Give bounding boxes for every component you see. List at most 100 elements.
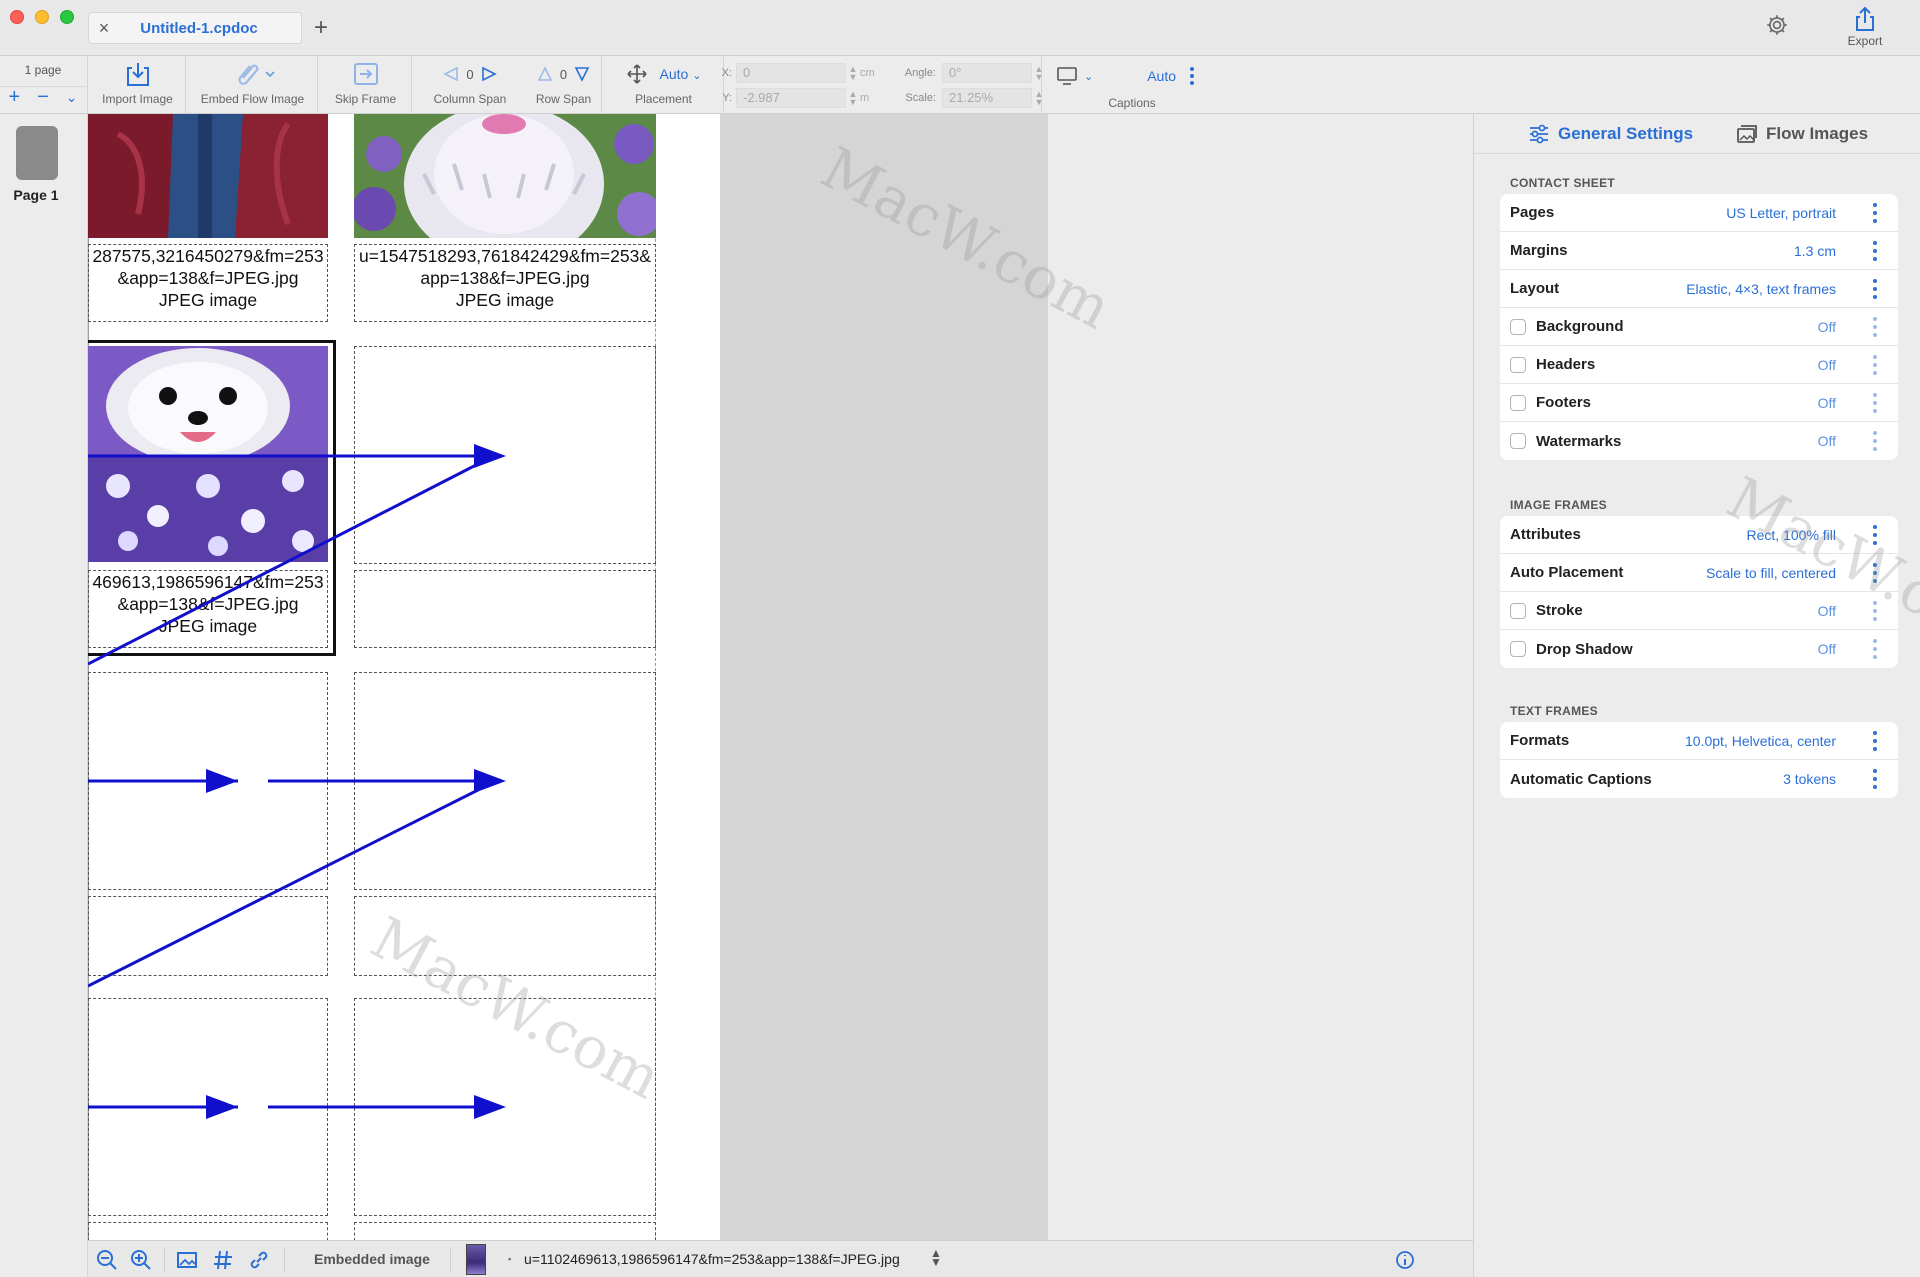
- increase-row-span-icon[interactable]: [573, 65, 591, 83]
- tab-flow-images[interactable]: Flow Images: [1736, 124, 1868, 144]
- setting-name: Formats: [1510, 732, 1570, 749]
- share-icon: [1856, 6, 1874, 31]
- more-icon[interactable]: [1872, 316, 1878, 337]
- more-icon[interactable]: [1872, 240, 1878, 261]
- more-icon[interactable]: [1190, 67, 1194, 85]
- angle-stepper[interactable]: ▲ ▼: [1032, 65, 1046, 82]
- footers-checkbox[interactable]: [1510, 394, 1526, 411]
- more-icon[interactable]: [1872, 431, 1878, 451]
- gear-icon[interactable]: [1764, 12, 1790, 38]
- export-button[interactable]: Export: [1840, 6, 1890, 52]
- setting-row-drop-shadow[interactable]: Drop Shadow Off: [1500, 630, 1898, 668]
- import-image-button[interactable]: Import Image: [90, 56, 186, 114]
- scale-stepper[interactable]: ▲ ▼: [1032, 90, 1046, 107]
- scale-field[interactable]: 21.25%: [942, 88, 1032, 108]
- document-canvas[interactable]: 287575,3216450279&fm=253 &app=138&f=JPEG…: [88, 114, 1473, 1240]
- page-thumbnail[interactable]: [16, 126, 58, 180]
- decrease-row-span-icon[interactable]: [536, 65, 554, 83]
- angle-field[interactable]: 0°: [942, 63, 1032, 83]
- headers-checkbox[interactable]: [1510, 356, 1526, 373]
- skip-frame-button[interactable]: Skip Frame: [320, 56, 412, 114]
- more-icon[interactable]: [1872, 278, 1878, 299]
- remove-page-button[interactable]: −: [37, 86, 49, 109]
- chevron-down-icon: ⌄: [1084, 70, 1094, 83]
- x-stepper[interactable]: ▲ ▼: [846, 65, 860, 82]
- captions-value[interactable]: Auto: [1147, 68, 1176, 84]
- setting-value: 3 tokens: [1783, 771, 1836, 787]
- y-field[interactable]: -2.987: [736, 88, 846, 108]
- setting-name: Background: [1536, 318, 1624, 335]
- inspector-tabs: General Settings Flow Images: [1474, 114, 1920, 154]
- import-image-label: Import Image: [102, 92, 173, 106]
- window-zoom-button[interactable]: [60, 10, 74, 24]
- page-count: 1 page: [24, 63, 62, 77]
- image-switcher-stepper[interactable]: ▲ ▼: [930, 1247, 942, 1268]
- setting-row-formats[interactable]: Formats 10.0pt, Helvetica, center: [1500, 722, 1898, 760]
- row-span-value: 0: [559, 66, 568, 82]
- zoom-out-icon[interactable]: [96, 1249, 118, 1271]
- image-icon[interactable]: [176, 1249, 198, 1271]
- more-icon[interactable]: [1872, 600, 1878, 621]
- captions-control[interactable]: ⌄ Auto Captions: [1050, 56, 1204, 114]
- y-stepper[interactable]: ▲ ▼: [846, 90, 860, 107]
- more-icon[interactable]: [1872, 202, 1878, 223]
- column-span-control[interactable]: 0 Column Span: [414, 56, 526, 114]
- decrease-column-span-icon[interactable]: [442, 65, 460, 83]
- status-bar: Embedded image ▪ u=1102469613,1986596147…: [88, 1240, 1473, 1277]
- setting-row-pages[interactable]: Pages US Letter, portrait: [1500, 194, 1898, 232]
- tab-general-settings[interactable]: General Settings: [1528, 124, 1693, 144]
- window-minimize-button[interactable]: [35, 10, 49, 24]
- link-icon[interactable]: [248, 1249, 270, 1271]
- x-field[interactable]: 0: [736, 63, 846, 83]
- setting-row-stroke[interactable]: Stroke Off: [1500, 592, 1898, 630]
- toolbar: 1 page + − ⌄ Import Image Embed Flow Ima…: [0, 56, 1920, 114]
- more-icon[interactable]: [1872, 392, 1878, 413]
- row-span-control[interactable]: 0 Row Span: [526, 56, 602, 114]
- increase-column-span-icon[interactable]: [480, 65, 498, 83]
- y-unit: m: [860, 92, 870, 104]
- watermarks-checkbox[interactable]: [1510, 433, 1526, 449]
- chevron-down-icon[interactable]: ⌄: [66, 89, 78, 106]
- image-frames-section-title: IMAGE FRAMES: [1510, 498, 1607, 512]
- setting-row-automatic-captions[interactable]: Automatic Captions 3 tokens: [1500, 760, 1898, 798]
- setting-row-footers[interactable]: Footers Off: [1500, 384, 1898, 422]
- stroke-checkbox[interactable]: [1510, 602, 1526, 619]
- more-icon[interactable]: [1872, 524, 1878, 545]
- zoom-in-icon[interactable]: [130, 1249, 152, 1271]
- more-icon[interactable]: [1872, 562, 1878, 583]
- background-checkbox[interactable]: [1510, 318, 1526, 335]
- setting-row-attributes[interactable]: Attributes Rect, 100% fill: [1500, 516, 1898, 554]
- info-icon[interactable]: [1394, 1249, 1416, 1271]
- setting-row-layout[interactable]: Layout Elastic, 4×3, text frames: [1500, 270, 1898, 308]
- setting-name: Headers: [1536, 356, 1596, 373]
- more-icon[interactable]: [1872, 769, 1878, 789]
- setting-name: Stroke: [1536, 602, 1583, 619]
- setting-row-watermarks[interactable]: Watermarks Off: [1500, 422, 1898, 460]
- document-tab[interactable]: × Untitled-1.cpdoc: [88, 12, 302, 44]
- embedded-image-label: Embedded image: [314, 1251, 430, 1267]
- photo-stack-icon: [1737, 125, 1757, 143]
- more-icon[interactable]: [1872, 730, 1878, 751]
- skip-frame-icon: [353, 63, 378, 85]
- setting-name: Attributes: [1510, 526, 1581, 543]
- drop-shadow-checkbox[interactable]: [1510, 641, 1526, 657]
- setting-row-headers[interactable]: Headers Off: [1500, 346, 1898, 384]
- placement-select[interactable]: Auto ⌄: [660, 66, 702, 82]
- setting-row-auto-placement[interactable]: Auto Placement Scale to fill, centered: [1500, 554, 1898, 592]
- close-tab-icon[interactable]: ×: [93, 18, 115, 39]
- setting-name: Pages: [1510, 204, 1555, 221]
- add-page-button[interactable]: +: [8, 86, 20, 109]
- caption-style-select[interactable]: ⌄: [1056, 66, 1093, 86]
- setting-row-background[interactable]: Background Off: [1500, 308, 1898, 346]
- embed-flow-image-button[interactable]: Embed Flow Image: [188, 56, 318, 114]
- setting-row-margins[interactable]: Margins 1.3 cm: [1500, 232, 1898, 270]
- grid-icon[interactable]: [212, 1249, 234, 1271]
- skip-frame-label: Skip Frame: [334, 92, 397, 106]
- window-close-button[interactable]: [10, 10, 24, 24]
- placement-control[interactable]: Auto ⌄ Placement: [604, 56, 724, 114]
- more-icon[interactable]: [1872, 354, 1878, 375]
- new-tab-button[interactable]: +: [314, 14, 328, 42]
- setting-name: Automatic Captions: [1510, 770, 1652, 788]
- pages-sidebar: Page 1: [0, 114, 88, 1277]
- more-icon[interactable]: [1872, 639, 1878, 659]
